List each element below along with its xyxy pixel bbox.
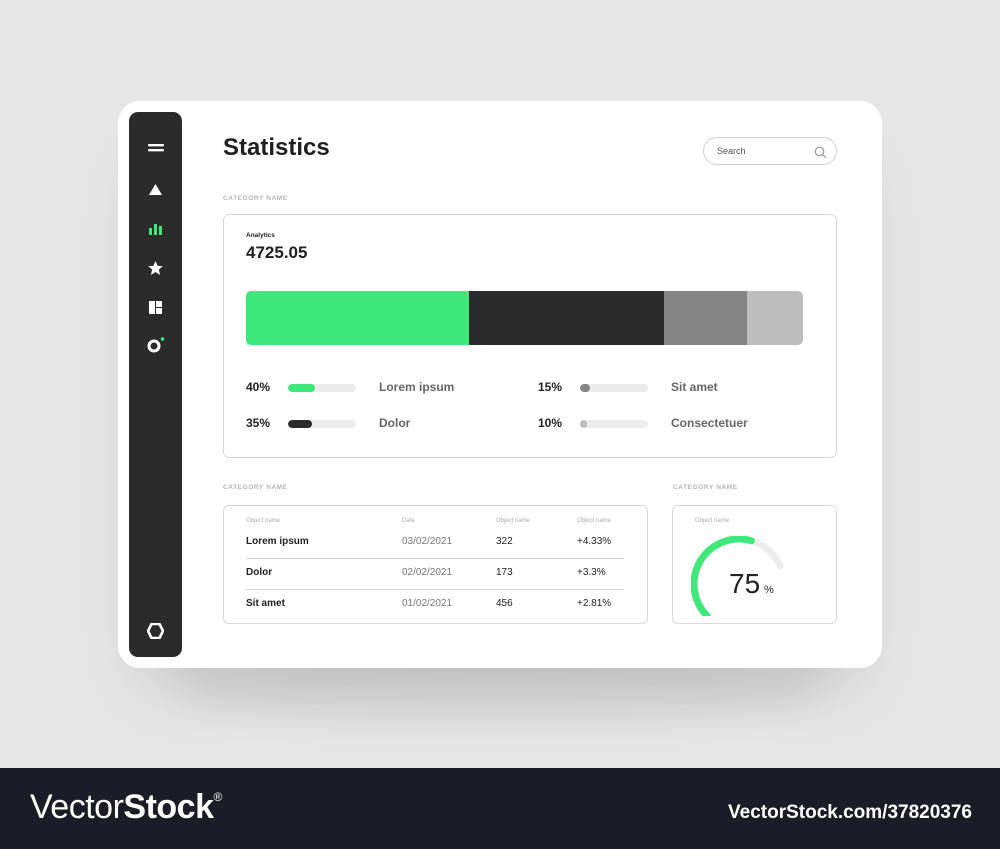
table-cell-date: 02/02/2021	[402, 567, 453, 578]
table-row[interactable]: Sit amet 01/02/2021 456 +2.81%	[246, 590, 624, 621]
legend-progress-fill	[288, 420, 312, 428]
legend-percent: 40%	[246, 380, 271, 394]
table-header-date: Date	[402, 518, 415, 524]
search-icon[interactable]	[814, 146, 827, 159]
legend-progress-fill	[288, 384, 316, 392]
table-row[interactable]: Dolor 02/02/2021 173 +3.3%	[246, 559, 624, 590]
legend-percent: 15%	[538, 380, 563, 394]
card-shadow	[180, 660, 820, 720]
star-icon[interactable]	[129, 256, 182, 280]
table-cell-name: Dolor	[246, 567, 273, 578]
page-title: Statistics	[223, 134, 330, 161]
table-cell-change: +3.3%	[577, 567, 606, 578]
category-label-gauge: CATEGORY NAME	[673, 484, 738, 491]
dashboard-icon[interactable]	[129, 295, 182, 319]
table-header-change: Object name	[577, 518, 612, 524]
legend-name: Dolor	[379, 416, 411, 430]
gauge-value: 75	[729, 568, 761, 599]
legend-progress-track	[288, 420, 356, 428]
legend-percent: 10%	[538, 416, 563, 430]
table-cell-date: 01/02/2021	[402, 598, 453, 609]
legend-progress-track	[580, 420, 648, 428]
stacked-bar	[246, 291, 803, 345]
table-cell-change: +2.81%	[577, 598, 612, 609]
triangle-icon[interactable]	[129, 178, 182, 202]
legend-name: Sit amet	[671, 380, 718, 394]
stacked-bar-segment	[468, 291, 664, 345]
category-label-analytics: CATEGORY NAME	[223, 195, 288, 202]
legend-percent: 35%	[246, 416, 271, 430]
table-cell-date: 03/02/2021	[402, 536, 453, 547]
analytics-panel: Analytics 4725.05 40% Lorem ipsum 35% Dolor…	[223, 214, 837, 458]
legend-progress-track	[288, 384, 356, 392]
watermark-logo: VectorStock®	[30, 788, 222, 826]
table-cell-name: Sit amet	[246, 598, 285, 609]
watermark-footer: VectorStock® VectorStock.com/37820376	[0, 768, 1000, 849]
legend-progress-fill	[580, 420, 587, 428]
stacked-bar-segment	[663, 291, 748, 345]
stacked-bar-segment	[747, 291, 803, 345]
table-header-value: Object name	[496, 518, 531, 524]
table-cell-num: 322	[496, 536, 513, 547]
legend-progress-track	[580, 384, 648, 392]
table-header-name: Object name	[246, 518, 281, 524]
analytics-label: Analytics	[246, 232, 275, 239]
menu-icon[interactable]	[129, 136, 182, 160]
gauge-panel: Object name 75 %	[672, 505, 837, 624]
legend-name: Lorem ipsum	[379, 380, 455, 394]
category-label-table: CATEGORY NAME	[223, 484, 288, 491]
sidebar	[129, 112, 182, 657]
stacked-bar-segment	[246, 291, 469, 345]
dashboard-card: Statistics CATEGORY NAME Analytics 4725.…	[118, 101, 882, 668]
hexagon-settings-icon[interactable]	[129, 619, 182, 643]
gauge-unit: %	[764, 584, 774, 596]
table-row[interactable]: Lorem ipsum 03/02/2021 322 +4.33%	[246, 528, 624, 559]
circle-notification-icon[interactable]	[129, 333, 182, 357]
analytics-value: 4725.05	[246, 243, 308, 262]
table-cell-name: Lorem ipsum	[246, 536, 309, 547]
bar-chart-icon[interactable]	[129, 217, 182, 241]
table-cell-change: +4.33%	[577, 536, 612, 547]
table-cell-num: 173	[496, 567, 513, 578]
gauge-label: Object name	[695, 518, 730, 524]
legend-progress-fill	[580, 384, 591, 392]
table-panel: Object name Date Object name Object name…	[223, 505, 648, 624]
watermark-image-ref: VectorStock.com/37820376	[728, 802, 972, 823]
legend-name: Consectetuer	[671, 416, 748, 430]
table-cell-num: 456	[496, 598, 513, 609]
